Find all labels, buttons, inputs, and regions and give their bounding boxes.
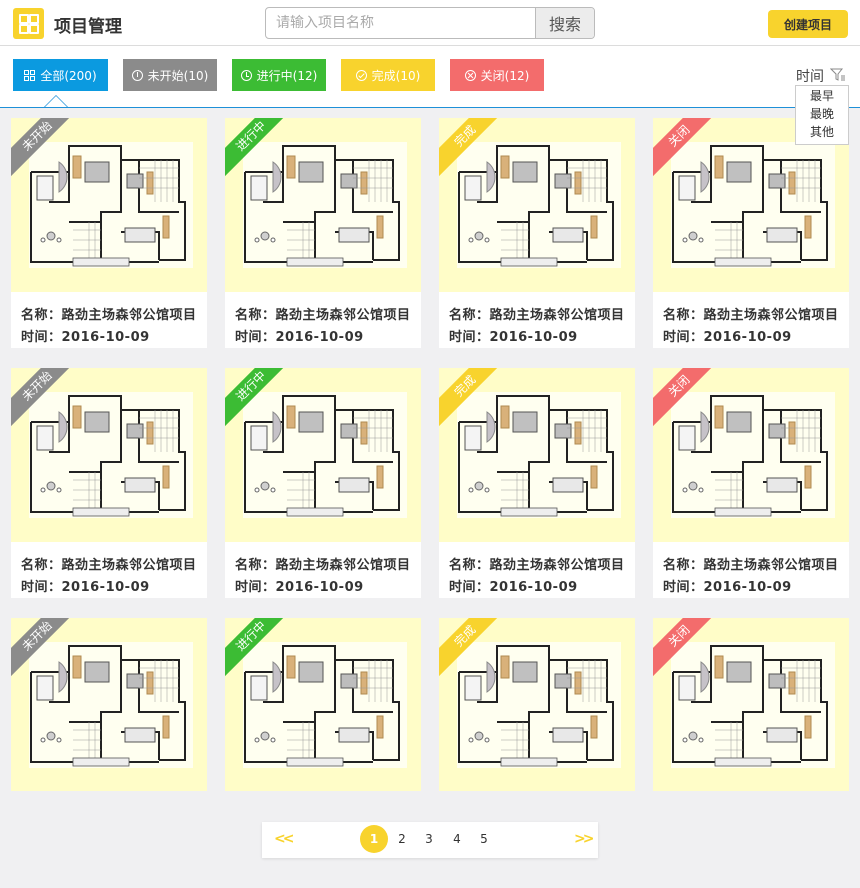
project-thumbnail[interactable]: 进行中: [225, 618, 421, 791]
search-input[interactable]: [266, 8, 536, 38]
page-title: 项目管理: [54, 17, 122, 37]
tab-closed[interactable]: 关闭(12): [450, 59, 544, 91]
page-5[interactable]: 5: [470, 825, 498, 853]
floor-plan-image: [671, 142, 835, 268]
project-card[interactable]: 未开始: [11, 618, 207, 791]
project-time: 时间：2016-10-09: [235, 580, 364, 595]
sort-dropdown[interactable]: 时间: [796, 66, 824, 86]
project-name: 名称：路劲主场森邻公馆项目: [21, 558, 197, 573]
project-thumbnail[interactable]: 完成: [439, 368, 635, 542]
tab-all[interactable]: 全部(200): [13, 59, 108, 91]
project-card[interactable]: 进行中 名称：路劲主场森邻公馆项目 时间：2016-10-09: [225, 118, 421, 348]
project-card[interactable]: 完成 名称：路劲主场森邻公馆项目 时间：2016-10-09: [439, 118, 635, 348]
project-thumbnail[interactable]: 关闭: [653, 618, 849, 791]
project-name: 名称：路劲主场森邻公馆项目: [235, 308, 411, 323]
check-circle-icon: [355, 69, 367, 81]
top-header: 项目管理 搜索 创建项目: [0, 0, 860, 46]
project-card[interactable]: 进行中: [225, 618, 421, 791]
floor-plan-image: [29, 392, 193, 518]
search-button[interactable]: 搜索: [535, 8, 594, 38]
project-thumbnail[interactable]: 进行中: [225, 118, 421, 292]
floor-plan-image: [243, 142, 407, 268]
project-card[interactable]: 关闭 名称：路劲主场森邻公馆项目 时间：2016-10-09: [653, 118, 849, 348]
status-filter-bar: 全部(200) 未开始(10) 进行中(12) 完成(10) 关闭(12) 时间: [0, 46, 860, 108]
tab-done-label: 完成(10): [371, 68, 421, 83]
project-time: 时间：2016-10-09: [449, 330, 578, 345]
project-card[interactable]: 未开始 名称：路劲主场森邻公馆项目 时间：2016-10-09: [11, 368, 207, 598]
project-time: 时间：2016-10-09: [449, 580, 578, 595]
active-tab-indicator: [44, 95, 68, 107]
project-card[interactable]: 关闭 名称：路劲主场森邻公馆项目 时间：2016-10-09: [653, 368, 849, 598]
project-thumbnail[interactable]: 未开始: [11, 118, 207, 292]
project-name: 名称：路劲主场森邻公馆项目: [235, 558, 411, 573]
funnel-icon[interactable]: [830, 68, 846, 82]
project-thumbnail[interactable]: 关闭: [653, 368, 849, 542]
project-name: 名称：路劲主场森邻公馆项目: [449, 308, 625, 323]
floor-plan-image: [457, 392, 621, 518]
project-thumbnail[interactable]: 完成: [439, 618, 635, 791]
page-2[interactable]: 2: [388, 825, 416, 853]
app-logo-icon: [13, 8, 44, 39]
tab-not-started[interactable]: 未开始(10): [123, 59, 217, 91]
clock-icon: [240, 69, 252, 81]
floor-plan-image: [457, 642, 621, 768]
pagination: << 1 2 3 4 5 >>: [262, 822, 598, 858]
next-page-button[interactable]: >>: [574, 831, 595, 847]
info-circle-icon: [131, 69, 143, 81]
project-name: 名称：路劲主场森邻公馆项目: [21, 308, 197, 323]
page-1[interactable]: 1: [360, 825, 388, 853]
project-name: 名称：路劲主场森邻公馆项目: [449, 558, 625, 573]
tab-in-progress[interactable]: 进行中(12): [232, 59, 326, 91]
project-card[interactable]: 未开始 名称：路劲主场森邻公馆项目 时间：2016-10-09: [11, 118, 207, 348]
sort-option-other[interactable]: 其他: [796, 124, 848, 141]
project-time: 时间：2016-10-09: [21, 580, 150, 595]
project-thumbnail[interactable]: 未开始: [11, 618, 207, 791]
grid-icon: [24, 69, 36, 81]
project-time: 时间：2016-10-09: [235, 330, 364, 345]
tab-not-started-label: 未开始(10): [147, 68, 209, 83]
project-card[interactable]: 进行中 名称：路劲主场森邻公馆项目 时间：2016-10-09: [225, 368, 421, 598]
floor-plan-image: [29, 142, 193, 268]
project-card[interactable]: 完成: [439, 618, 635, 791]
floor-plan-image: [29, 642, 193, 768]
project-time: 时间：2016-10-09: [21, 330, 150, 345]
floor-plan-image: [243, 642, 407, 768]
floor-plan-image: [243, 392, 407, 518]
project-name: 名称：路劲主场森邻公馆项目: [663, 558, 839, 573]
tab-in-progress-label: 进行中(12): [256, 68, 318, 83]
sort-option-earliest[interactable]: 最早: [796, 88, 848, 105]
project-thumbnail[interactable]: 进行中: [225, 368, 421, 542]
project-time: 时间：2016-10-09: [663, 580, 792, 595]
create-project-button[interactable]: 创建项目: [768, 10, 848, 38]
tab-closed-label: 关闭(12): [480, 68, 530, 83]
floor-plan-image: [671, 642, 835, 768]
project-time: 时间：2016-10-09: [663, 330, 792, 345]
floor-plan-image: [457, 142, 621, 268]
page-3[interactable]: 3: [415, 825, 443, 853]
search-bar: 搜索: [265, 7, 595, 39]
floor-plan-image: [671, 392, 835, 518]
project-thumbnail[interactable]: 完成: [439, 118, 635, 292]
project-thumbnail[interactable]: 未开始: [11, 368, 207, 542]
page-4[interactable]: 4: [443, 825, 471, 853]
sort-option-latest[interactable]: 最晚: [796, 106, 848, 123]
tab-all-label: 全部(200): [40, 68, 97, 83]
project-card[interactable]: 关闭: [653, 618, 849, 791]
sort-menu: 最早 最晚 其他: [795, 85, 849, 145]
project-name: 名称：路劲主场森邻公馆项目: [663, 308, 839, 323]
project-card[interactable]: 完成 名称：路劲主场森邻公馆项目 时间：2016-10-09: [439, 368, 635, 598]
prev-page-button[interactable]: <<: [274, 831, 295, 847]
tab-done[interactable]: 完成(10): [341, 59, 435, 91]
close-circle-icon: [464, 69, 476, 81]
